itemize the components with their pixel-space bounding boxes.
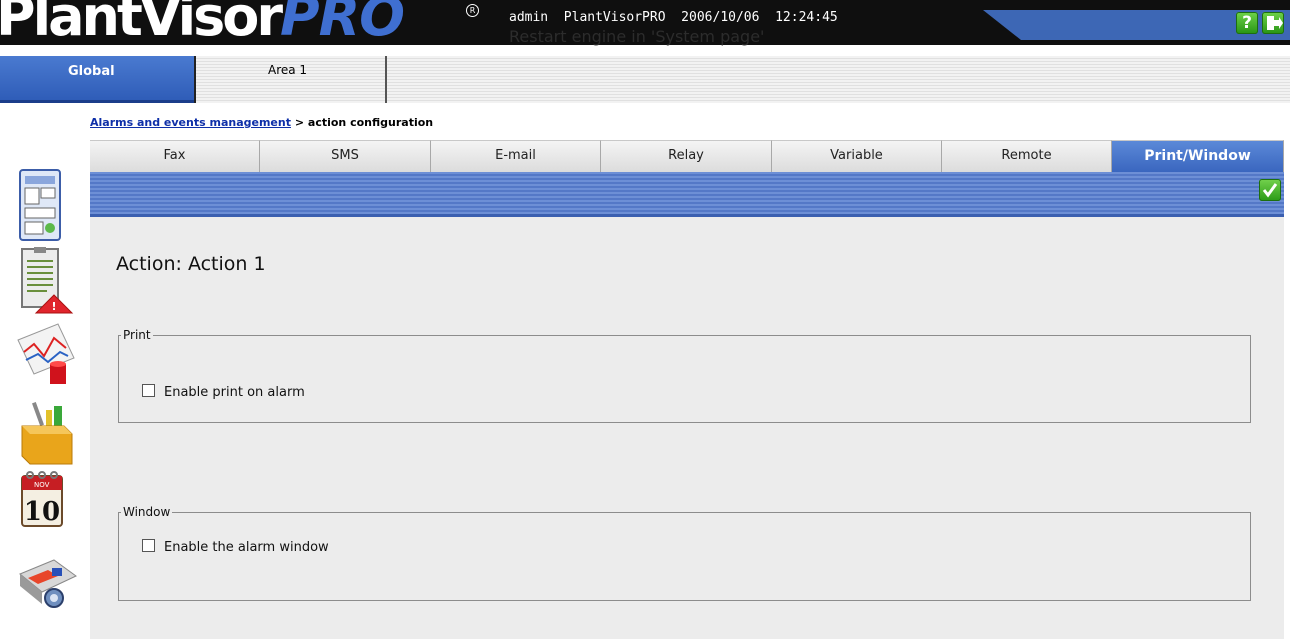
tab-sms[interactable]: SMS [260,140,431,172]
tab-variable[interactable]: Variable [772,140,942,172]
tools-box-icon[interactable] [14,396,78,465]
plantvisorpro-logo: PlantVisorPRO [0,0,405,48]
print-group-legend: Print [123,328,151,342]
calendar-day: 10 [24,497,60,527]
machine-plant-graphic [19,559,77,608]
exit-glyph [1267,16,1283,30]
action-tab-bar: Fax SMS E-mail Relay Variable Remote Pri… [90,140,1284,172]
breadcrumb-separator: > [294,116,305,129]
enable-print-label[interactable]: Enable print on alarm [164,385,305,400]
checkmark-glyph [1262,183,1278,198]
action-title: Action: Action 1 [116,253,266,275]
checkmark-icon[interactable] [1259,179,1281,201]
window-enable-row: Enable the alarm window [142,539,329,555]
enable-print-checkbox[interactable] [142,384,155,397]
tab-global[interactable]: Global [0,56,194,100]
alarm-list-icon[interactable]: ! [14,247,78,314]
breadcrumb: Alarms and events management > action co… [90,116,433,129]
enable-alarm-window-label[interactable]: Enable the alarm window [164,540,329,555]
tools-box-graphic [21,402,73,465]
svg-text:!: ! [51,300,56,313]
chart-report-graphic [17,323,75,384]
tab-e-mail[interactable]: E-mail [431,140,601,172]
tab-relay[interactable]: Relay [601,140,772,172]
restart-engine-message: Restart engine in 'System page' [509,27,765,46]
tab-print-window[interactable]: Print/Window [1112,140,1284,172]
logo-pro-text: PRO [280,0,405,48]
calendar-icon[interactable]: NOV 10 [14,468,78,530]
logo-main-text: PlantVisor [0,0,283,48]
exit-icon[interactable] [1262,12,1284,34]
toolbar-band [90,172,1284,217]
calendar-month: NOV [34,481,50,489]
chart-report-icon[interactable] [14,318,78,384]
session-info: admin PlantVisorPRO 2006/10/06 12:24:45 [509,10,838,25]
calendar-graphic: NOV 10 [21,471,63,527]
breadcrumb-link-alarms[interactable]: Alarms and events management [90,116,291,129]
site-map-graphic [19,169,61,241]
area-tab-underline [0,100,194,103]
machine-plant-icon[interactable] [14,552,78,614]
breadcrumb-current: action configuration [307,116,434,129]
tab-remote[interactable]: Remote [942,140,1112,172]
help-icon[interactable]: ? [1236,12,1258,34]
print-enable-row: Enable print on alarm [142,384,305,400]
enable-alarm-window-checkbox[interactable] [142,539,155,552]
app-header: PlantVisorPRO R admin PlantVisorPRO 2006… [0,0,1290,48]
registered-mark: R [466,4,479,17]
tab-area-1-label: Area 1 [268,63,308,77]
tab-fax[interactable]: Fax [90,140,260,172]
site-map-icon[interactable] [14,164,78,241]
tab-area-1[interactable]: Area 1 [194,56,387,103]
tab-global-label: Global [68,64,115,79]
window-group-legend: Window [123,505,171,519]
print-group: Print [118,328,1251,423]
alarm-list-graphic: ! [21,247,74,314]
